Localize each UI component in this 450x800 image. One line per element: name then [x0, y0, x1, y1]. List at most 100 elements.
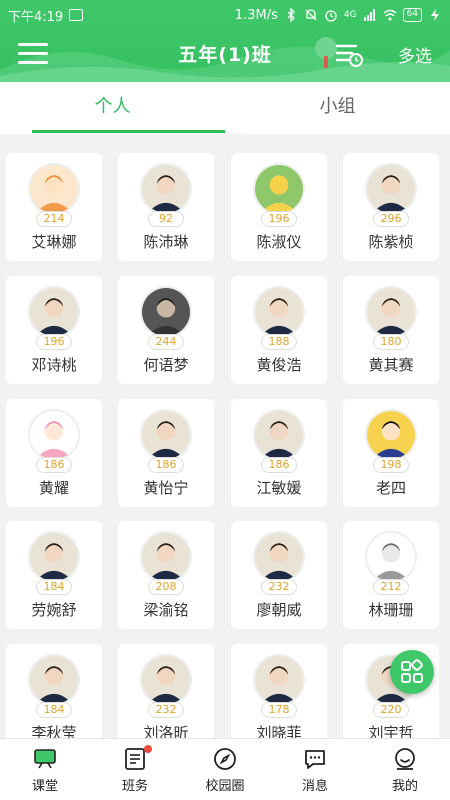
- student-card[interactable]: 198 老四: [343, 399, 439, 507]
- mute-icon: [305, 9, 317, 21]
- student-card[interactable]: 186 江敏媛: [231, 399, 327, 507]
- compass-icon: [214, 748, 236, 770]
- student-name: 梁渝铭: [143, 601, 189, 619]
- student-name: 江敏媛: [256, 479, 302, 497]
- profile-icon: [395, 748, 415, 770]
- nav-profile-label: 我的: [391, 779, 418, 794]
- student-card[interactable]: 208 梁渝铭: [118, 521, 214, 629]
- student-card[interactable]: 184 李秋莹: [6, 644, 102, 738]
- student-card[interactable]: 186 黄怡宁: [118, 399, 214, 507]
- student-card[interactable]: 244 何语梦: [118, 276, 214, 384]
- student-card[interactable]: 178 刘晓菲: [231, 644, 327, 738]
- classroom-icon: [34, 749, 56, 769]
- nav-classroom[interactable]: 课堂: [0, 739, 90, 800]
- nav-campus[interactable]: 校园圈: [180, 739, 270, 800]
- notification-badge: [144, 745, 152, 753]
- nav-messages[interactable]: 消息: [270, 739, 360, 800]
- top-nav: 五年(1)班 多选: [0, 30, 450, 78]
- student-name: 刘洛昕: [143, 724, 189, 738]
- student-card[interactable]: 232 廖朝威: [231, 521, 327, 629]
- student-card[interactable]: 180 黄其赛: [343, 276, 439, 384]
- grid-menu-fab[interactable]: [390, 650, 434, 694]
- student-card[interactable]: 196 陈淑仪: [231, 153, 327, 261]
- avatar: [140, 654, 192, 706]
- student-name: 艾琳娜: [31, 233, 77, 251]
- nav-class-affairs[interactable]: 班务: [90, 739, 180, 800]
- score-badge: 178: [261, 702, 297, 718]
- app-header: 下午4:19 1.3M/s 4G 64 五年(1)班 多选: [0, 0, 450, 82]
- wechat-icon: [69, 9, 84, 21]
- nav-profile[interactable]: 我的: [360, 739, 450, 800]
- status-time: 下午4:19: [8, 9, 64, 25]
- student-name: 何语梦: [143, 356, 189, 374]
- score-badge: 220: [373, 702, 409, 718]
- alarm-icon: [325, 10, 337, 22]
- score-badge: 196: [36, 334, 72, 350]
- network-speed: 1.3M/s: [234, 7, 278, 23]
- student-name: 陈沛琳: [143, 233, 189, 251]
- score-badge: 180: [373, 334, 409, 350]
- list-timer-icon[interactable]: [336, 42, 364, 68]
- status-bar: 下午4:19 1.3M/s 4G 64: [0, 0, 450, 30]
- score-badge: 186: [261, 457, 297, 473]
- student-name: 劳婉舒: [31, 601, 77, 619]
- page-title: 五年(1)班: [178, 44, 272, 66]
- avatar: [253, 654, 305, 706]
- avatar: [140, 163, 192, 215]
- student-name: 林珊珊: [368, 601, 414, 619]
- avatar: [365, 531, 417, 583]
- student-card[interactable]: 186 黄耀: [6, 399, 102, 507]
- score-badge: 244: [148, 334, 184, 350]
- student-card[interactable]: 196 邓诗桃: [6, 276, 102, 384]
- score-badge: 232: [261, 579, 297, 595]
- score-badge: 198: [373, 457, 409, 473]
- student-name: 刘晓菲: [256, 724, 302, 738]
- student-card[interactable]: 188 黄俊浩: [231, 276, 327, 384]
- signal-icon: [363, 9, 375, 21]
- message-icon: [305, 750, 325, 769]
- score-badge: 92: [148, 211, 184, 227]
- apps-icon: [401, 659, 423, 683]
- avatar: [28, 286, 80, 338]
- score-badge: 296: [373, 211, 409, 227]
- student-name: 刘宇哲: [368, 724, 414, 738]
- student-name: 廖朝威: [256, 601, 302, 619]
- score-badge: 232: [148, 702, 184, 718]
- score-badge: 186: [36, 457, 72, 473]
- student-card[interactable]: 184 劳婉舒: [6, 521, 102, 629]
- student-card[interactable]: 92 陈沛琳: [118, 153, 214, 261]
- tab-group[interactable]: 小组: [225, 82, 450, 134]
- avatar: [253, 286, 305, 338]
- nav-campus-label: 校园圈: [205, 779, 245, 794]
- score-badge: 214: [36, 211, 72, 227]
- avatar: [365, 163, 417, 215]
- avatar: [28, 163, 80, 215]
- student-card[interactable]: 232 刘洛昕: [118, 644, 214, 738]
- score-badge: 208: [148, 579, 184, 595]
- score-badge: 186: [148, 457, 184, 473]
- student-name: 李秋莹: [31, 724, 77, 738]
- nav-classroom-label: 课堂: [31, 779, 58, 794]
- wifi-icon: [383, 9, 396, 21]
- avatar: [28, 409, 80, 461]
- score-badge: 184: [36, 579, 72, 595]
- avatar: [365, 286, 417, 338]
- avatar: [253, 531, 305, 583]
- avatar: [140, 286, 192, 338]
- student-grid: 214 艾琳娜 92 陈沛琳 196 陈淑仪 296 陈紫桢 196 邓诗桃 2…: [0, 134, 450, 738]
- tab-individual[interactable]: 个人: [0, 82, 225, 134]
- student-name: 黄怡宁: [143, 479, 189, 497]
- student-name: 黄耀: [38, 479, 69, 497]
- avatar: [28, 654, 80, 706]
- student-card[interactable]: 296 陈紫桢: [343, 153, 439, 261]
- tab-indicator: [32, 130, 225, 133]
- score-badge: 196: [261, 211, 297, 227]
- student-name: 老四: [375, 479, 406, 497]
- student-name: 黄其赛: [368, 356, 414, 374]
- network-type: 4G: [343, 10, 357, 20]
- tab-bar: 个人 小组: [0, 82, 450, 134]
- multi-select-button[interactable]: 多选: [398, 42, 432, 67]
- student-card[interactable]: 214 艾琳娜: [6, 153, 102, 261]
- student-card[interactable]: 212 林珊珊: [343, 521, 439, 629]
- battery-indicator: 64: [402, 8, 422, 22]
